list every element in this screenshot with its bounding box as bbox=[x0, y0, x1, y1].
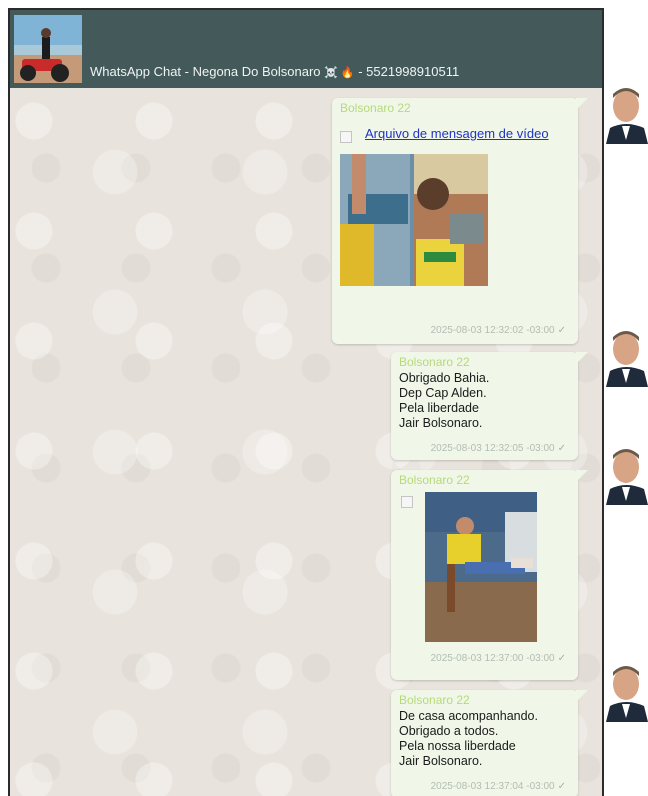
message-timestamp: 2025-08-03 12:37:04 -03:00 ✓ bbox=[430, 781, 566, 792]
check-icon: ✓ bbox=[557, 325, 566, 336]
sender-name: Bolsonaro 22 bbox=[399, 473, 470, 487]
message-bubble[interactable]: Bolsonaro 22 2025-08-03 12:37:00 -03:00 ✓ bbox=[391, 470, 588, 680]
avatar-image bbox=[14, 15, 82, 83]
check-icon: ✓ bbox=[557, 781, 566, 792]
sender-name: Bolsonaro 22 bbox=[399, 693, 470, 707]
check-icon: ✓ bbox=[557, 653, 566, 664]
video-thumbnail[interactable] bbox=[340, 154, 488, 286]
chat-header: WhatsApp Chat - Negona Do Bolsonaro ☠️ 🔥… bbox=[10, 10, 602, 88]
video-attachment-link[interactable]: Arquivo de mensagem de vídeo bbox=[365, 126, 549, 141]
chat-window: WhatsApp Chat - Negona Do Bolsonaro ☠️ 🔥… bbox=[8, 8, 604, 796]
sender-avatar[interactable] bbox=[606, 82, 648, 144]
sender-avatar[interactable] bbox=[606, 660, 648, 722]
message-timestamp: 2025-08-03 12:32:02 -03:00 ✓ bbox=[430, 325, 566, 336]
message-bubble[interactable]: Bolsonaro 22 Arquivo de mensagem de víde… bbox=[332, 98, 588, 344]
contact-avatar[interactable] bbox=[14, 15, 82, 83]
photo-thumbnail[interactable] bbox=[425, 492, 537, 642]
sender-name: Bolsonaro 22 bbox=[399, 355, 470, 369]
message-bubble[interactable]: Bolsonaro 22 Obrigado Bahia. Dep Cap Ald… bbox=[391, 352, 588, 460]
contact-phone: - 5521998910511 bbox=[358, 64, 460, 79]
message-text: De casa acompanhando. Obrigado a todos. … bbox=[399, 709, 538, 768]
file-icon bbox=[340, 131, 352, 143]
message-bubble[interactable]: Bolsonaro 22 De casa acompanhando. Obrig… bbox=[391, 690, 588, 796]
sender-avatar[interactable] bbox=[606, 443, 648, 505]
sender-avatar[interactable] bbox=[606, 325, 648, 387]
message-text: Obrigado Bahia. Dep Cap Alden. Pela libe… bbox=[399, 371, 490, 430]
sender-name: Bolsonaro 22 bbox=[340, 101, 411, 115]
contact-name: WhatsApp Chat - Negona Do Bolsonaro bbox=[90, 64, 321, 79]
message-timestamp: 2025-08-03 12:37:00 -03:00 ✓ bbox=[430, 653, 566, 664]
chat-title: WhatsApp Chat - Negona Do Bolsonaro ☠️ 🔥… bbox=[90, 64, 459, 79]
title-emoji-icons: ☠️ 🔥 bbox=[324, 67, 355, 79]
file-icon bbox=[401, 496, 413, 508]
chat-area[interactable]: Bolsonaro 22 Arquivo de mensagem de víde… bbox=[10, 88, 602, 796]
check-icon: ✓ bbox=[557, 443, 566, 454]
message-timestamp: 2025-08-03 12:32:05 -03:00 ✓ bbox=[430, 443, 566, 454]
